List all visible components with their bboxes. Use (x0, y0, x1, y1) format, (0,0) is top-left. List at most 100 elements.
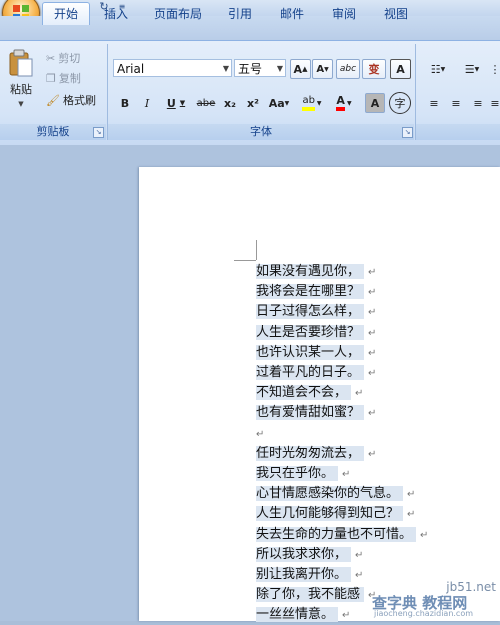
cut-button[interactable]: ✂ 剪切 (46, 50, 80, 66)
strikethrough-button[interactable]: abe (194, 93, 218, 113)
cut-label: 剪切 (58, 50, 80, 66)
paragraph-mark-icon: ↵ (368, 449, 376, 460)
tab-mailings[interactable]: 邮件 (272, 4, 312, 24)
text-line[interactable]: 人生是否要珍惜？ ↵ (256, 324, 376, 342)
text-line[interactable]: 不知道会不会，↵ (256, 384, 363, 402)
text-line[interactable]: 心甘情愿感染你的气息。↵ (256, 485, 415, 503)
superscript-button[interactable]: x² (242, 93, 264, 113)
superscript-icon: x² (247, 97, 259, 110)
line-text: 不知道会不会， (256, 385, 351, 400)
font-launcher-icon[interactable]: ↘ (402, 127, 413, 138)
font-size-select[interactable]: 五号 ▼ (234, 59, 286, 77)
bold-button[interactable]: B (116, 93, 134, 113)
tab-home[interactable]: 开始 (42, 2, 90, 25)
watermark-url: jiaocheng.chazidian.com (374, 609, 473, 618)
align-center-button[interactable]: ≡ (446, 93, 466, 113)
paragraph-mark-icon: ↵ (407, 509, 415, 520)
line-text: 过着平凡的日子。 (256, 365, 364, 380)
text-line[interactable]: 人生几何能够得到知己？↵ (256, 505, 415, 523)
strikethrough-icon: abe (197, 98, 216, 109)
line-text: 人生是否要珍惜？ (256, 325, 364, 340)
align-right-button[interactable]: ≡ (468, 93, 488, 113)
clipboard-group-label: 剪贴板 (0, 124, 106, 140)
phonetic-guide-icon: 变 (369, 61, 380, 77)
chevron-down-icon: ▼ (277, 60, 283, 78)
numbered-list-icon: ☰ (465, 63, 475, 76)
copy-button[interactable]: ❐ 复制 (46, 70, 81, 86)
text-line[interactable]: 任时光匆匆流去，↵ (256, 445, 376, 463)
underline-button[interactable]: U▼ (160, 93, 192, 113)
paragraph-mark-icon: ↵ (368, 328, 376, 339)
chevron-down-icon: ▼ (285, 100, 290, 107)
text-line[interactable]: 也有爱情甜如蜜？↵ (256, 404, 376, 422)
justify-button[interactable]: ≡ (488, 93, 500, 113)
bullets-button[interactable]: ☷▼ (422, 59, 454, 79)
brush-icon: 🖌 (46, 94, 60, 107)
paragraph-mark-icon: ↵ (355, 550, 363, 561)
character-shading-button[interactable]: A (365, 93, 385, 113)
scissors-icon: ✂ (46, 52, 55, 65)
format-painter-button[interactable]: 🖌 格式刷 (46, 92, 96, 108)
grow-font-icon: A (294, 63, 303, 76)
text-line[interactable]: 除了你，我不能感↵ (256, 586, 376, 604)
clear-format-button[interactable]: abc (336, 59, 360, 79)
paragraph-mark-icon: ↵ (368, 267, 376, 278)
align-left-button[interactable]: ≡ (424, 93, 444, 113)
italic-button[interactable]: I (138, 93, 156, 113)
clipboard-launcher-icon[interactable]: ↘ (93, 127, 104, 138)
text-line[interactable]: 一丝丝情意。↵ (256, 606, 350, 624)
character-border-icon: A (396, 63, 405, 76)
bold-icon: B (121, 97, 129, 110)
shrink-font-button[interactable]: A▼ (312, 59, 333, 79)
multilevel-list-icon: ⋮ (490, 63, 500, 76)
line-text: 失去生命的力量也不可惜。 (256, 527, 416, 542)
line-text: 所以我求求你， (256, 547, 351, 562)
chevron-down-icon: ▼ (18, 100, 23, 108)
text-line[interactable]: ↵ (256, 425, 264, 443)
tab-review[interactable]: 审阅 (324, 4, 364, 24)
line-text: 别让我离开你。 (256, 567, 351, 582)
text-line[interactable]: 所以我求求你， ↵ (256, 546, 363, 564)
chevron-down-icon: ▼ (347, 100, 352, 107)
tab-references[interactable]: 引用 (220, 4, 260, 24)
numbering-button[interactable]: ☰▼ (456, 59, 488, 79)
bullet-list-icon: ☷ (431, 63, 441, 76)
align-right-icon: ≡ (473, 97, 482, 110)
paste-label: 粘贴 (10, 81, 32, 97)
format-painter-label: 格式刷 (63, 92, 96, 108)
highlighter-icon: ab (302, 95, 314, 111)
enclose-characters-button[interactable]: 字 (389, 92, 411, 114)
paste-icon (8, 48, 34, 78)
tab-insert[interactable]: 插入 (96, 4, 136, 24)
paragraph-mark-icon: ↵ (407, 489, 415, 500)
justify-icon: ≡ (490, 97, 499, 110)
crop-mark (256, 240, 257, 260)
tab-page-layout[interactable]: 页面布局 (148, 4, 208, 24)
line-text: 也有爱情甜如蜜？ (256, 405, 364, 420)
font-name-select[interactable]: Arial ▼ (113, 59, 232, 77)
text-line[interactable]: 如果没有遇见你，↵ (256, 263, 376, 281)
change-case-button[interactable]: Aa▼ (265, 93, 293, 113)
tab-view[interactable]: 视图 (376, 4, 416, 24)
paragraph-mark-icon: ↵ (342, 610, 350, 621)
font-color-button[interactable]: A ▼ (329, 93, 359, 113)
text-line[interactable]: 过着平凡的日子。↵ (256, 364, 376, 382)
paragraph-mark-icon: ↵ (368, 307, 376, 318)
paragraph-group-label (416, 124, 500, 140)
grow-font-button[interactable]: A▲ (290, 59, 311, 79)
text-line[interactable]: 别让我离开你。↵ (256, 566, 363, 584)
text-line[interactable]: 失去生命的力量也不可惜。↵ (256, 526, 428, 544)
multilevel-list-button[interactable]: ⋮ (488, 59, 500, 79)
copy-icon: ❐ (46, 72, 56, 85)
phonetic-guide-button[interactable]: 变 (362, 59, 386, 79)
text-line[interactable]: 日子过得怎么样，↵ (256, 303, 376, 321)
text-line[interactable]: 也许认识某一人，↵ (256, 344, 376, 362)
character-border-button[interactable]: A (390, 59, 411, 79)
text-line[interactable]: 我只在乎你。↵ (256, 465, 350, 483)
highlight-button[interactable]: ab ▼ (296, 93, 328, 113)
subscript-button[interactable]: x₂ (219, 93, 241, 113)
text-line[interactable]: 我将会是在哪里？↵ (256, 283, 376, 301)
font-color-icon: A (336, 95, 345, 111)
font-group-label: 字体 (108, 124, 414, 140)
paste-button[interactable]: 粘贴 ▼ (6, 48, 36, 108)
